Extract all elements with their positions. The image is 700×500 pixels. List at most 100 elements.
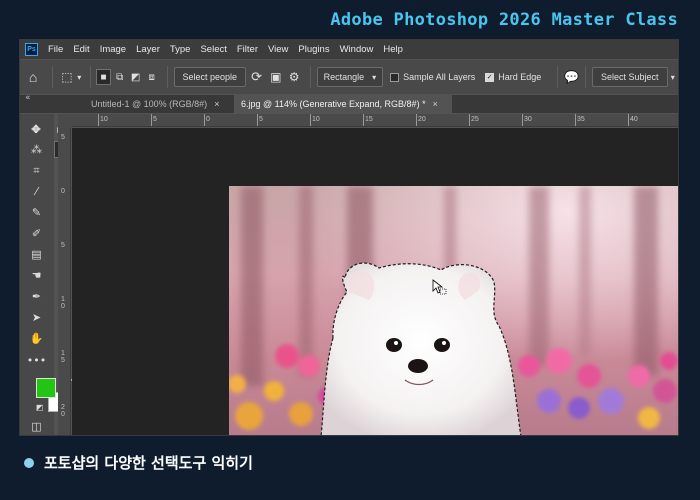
smudge-tool-icon[interactable]: ☚ (28, 267, 45, 284)
ruler-tick (98, 114, 99, 126)
path-selection-tool-icon[interactable]: ➤ (28, 309, 45, 326)
ruler-tick (151, 114, 152, 126)
ruler-tick (204, 114, 205, 126)
default-colors-icon[interactable]: ◩ (31, 399, 48, 416)
menu-file[interactable]: File (43, 44, 68, 55)
menu-view[interactable]: View (263, 44, 293, 55)
menu-image[interactable]: Image (95, 44, 131, 55)
ruler-corner (58, 114, 72, 128)
checkbox-checked-icon: ✓ (485, 72, 495, 82)
ruler-tick-label: 5 (259, 116, 263, 123)
caption: 포토샵의 다양한 선택도구 익히기 (24, 452, 253, 473)
vertical-ruler: 5 0 5 1 0 1 5 2 0 (58, 128, 71, 435)
object-selection-tool-preset-icon[interactable]: ⬚ (59, 70, 75, 84)
ruler-tick (310, 114, 311, 126)
ruler-tick-label: 30 (524, 116, 532, 123)
sample-all-layers-label: Sample All Layers (403, 72, 476, 82)
ruler-tick-label: 5 (153, 116, 157, 123)
menu-layer[interactable]: Layer (131, 44, 165, 55)
gradient-tool-icon[interactable]: ▤ (28, 246, 45, 263)
divider (585, 66, 586, 88)
quick-mask-icon[interactable]: ◫ (28, 418, 45, 435)
ruler-tick-label: 1 0 (61, 296, 67, 310)
ruler-tick (522, 114, 523, 126)
foreground-color-swatch-front[interactable] (36, 378, 56, 398)
add-to-selection-icon[interactable]: ⧉ (113, 69, 127, 85)
move-tool-icon[interactable]: ✥ (28, 121, 45, 138)
divider (166, 66, 168, 88)
ruler-tick (469, 114, 470, 126)
mode-select[interactable]: Rectangle ▾ (316, 67, 384, 87)
hand-tool-icon[interactable]: ✋ (28, 330, 45, 347)
mode-select-value: Rectangle (323, 72, 365, 82)
ruler-tick (628, 114, 629, 126)
chevron-down-icon[interactable]: ▾ (75, 73, 84, 82)
menu-select[interactable]: Select (195, 44, 231, 55)
photoshop-logo-icon[interactable]: Ps (25, 43, 38, 56)
ruler-tick-label: 1 5 (61, 350, 67, 364)
close-icon[interactable]: × (214, 99, 219, 109)
history-brush-tool-icon[interactable]: ✐ (28, 225, 45, 242)
divider (557, 66, 559, 88)
bullet-icon (24, 457, 34, 468)
tab-label: 6.jpg @ 114% (Generative Expand, RGB/8#)… (241, 99, 426, 109)
ruler-tick (416, 114, 417, 126)
settings-gear-icon[interactable]: ⚙ (285, 70, 304, 84)
puppy-photo (229, 186, 678, 435)
chevron-down-icon: ▾ (372, 72, 377, 82)
ruler-tick (257, 114, 258, 126)
document-image-puppy[interactable] (229, 186, 678, 435)
collapse-panel-icon[interactable]: « (25, 93, 31, 103)
home-icon[interactable]: ⌂ (20, 69, 46, 85)
ruler-tick-label: 10 (100, 116, 108, 123)
quick-selection-tool-icon[interactable]: ⁂ (28, 141, 45, 158)
new-selection-icon[interactable]: ■ (96, 69, 111, 85)
menu-filter[interactable]: Filter (232, 44, 263, 55)
ruler-tick-label: 40 (630, 116, 638, 123)
hard-edge-checkbox[interactable]: ✓ Hard Edge (485, 72, 541, 82)
tab-untitled-1[interactable]: Untitled-1 @ 100% (RGB/8#) × (84, 95, 229, 113)
ruler-tick-label: 5 (61, 134, 65, 141)
divider (52, 66, 54, 88)
refresh-icon[interactable]: ⟳ (246, 69, 267, 85)
subtract-from-selection-icon[interactable]: ◩ (129, 69, 143, 85)
divider (89, 66, 91, 88)
chat-bubble-icon[interactable]: 💬 (564, 70, 579, 84)
crop-tool-icon[interactable]: ⌗ (28, 162, 45, 179)
intersect-selection-icon[interactable]: ⧈ (145, 69, 159, 85)
chevron-down-icon[interactable]: ▾ (668, 73, 678, 82)
menu-edit[interactable]: Edit (68, 44, 94, 55)
divider (309, 66, 311, 88)
tab-6-jpg[interactable]: 6.jpg @ 114% (Generative Expand, RGB/8#)… (234, 95, 452, 113)
brush-tool-icon[interactable]: ✎ (28, 204, 45, 221)
caption-text: 포토샵의 다양한 선택도구 익히기 (44, 454, 253, 472)
banner-title: Adobe Photoshop 2026 Master Class (330, 10, 678, 30)
menu-plugins[interactable]: Plugins (293, 44, 334, 55)
ruler-tick-label: 0 (61, 188, 65, 195)
menu-type[interactable]: Type (165, 44, 196, 55)
show-all-objects-icon[interactable]: ▣ (267, 70, 284, 84)
more-tools-icon[interactable]: ••• (27, 352, 46, 369)
ruler-tick-label: 35 (577, 116, 585, 123)
ruler-tick-label: 5 (61, 242, 65, 249)
horizontal-ruler: 10 5 0 5 10 15 20 25 30 35 40 (72, 114, 678, 127)
ruler-tick-label: 25 (471, 116, 479, 123)
checkbox-unchecked-icon (390, 72, 400, 82)
eyedropper-tool-icon[interactable]: ⁄ (28, 183, 45, 200)
tab-label: Untitled-1 @ 100% (RGB/8#) (91, 99, 208, 109)
ruler-tick (363, 114, 364, 126)
select-subject-button[interactable]: Select Subject (591, 67, 668, 87)
pen-tool-icon[interactable]: ✒ (28, 288, 45, 305)
select-people-button[interactable]: Select people (173, 67, 247, 87)
document-tab-bar: « Untitled-1 @ 100% (RGB/8#) × 6.jpg @ 1… (20, 93, 678, 113)
sample-all-layers-checkbox[interactable]: Sample All Layers (390, 72, 475, 82)
ruler-tick-label: 15 (365, 116, 373, 123)
close-icon[interactable]: × (433, 99, 438, 109)
ruler-tick-label: 10 (312, 116, 320, 123)
photoshop-window: Ps File Edit Image Layer Type Select Fil… (19, 39, 679, 436)
options-bar: ⌂ ⬚ ▾ ■ ⧉ ◩ ⧈ Select people ⟳ ▣ ⚙ Rectan… (20, 60, 678, 94)
ruler-tick-label: 2 0 (61, 404, 67, 418)
menu-bar: Ps File Edit Image Layer Type Select Fil… (20, 40, 678, 59)
menu-help[interactable]: Help (378, 44, 408, 55)
menu-window[interactable]: Window (335, 44, 379, 55)
